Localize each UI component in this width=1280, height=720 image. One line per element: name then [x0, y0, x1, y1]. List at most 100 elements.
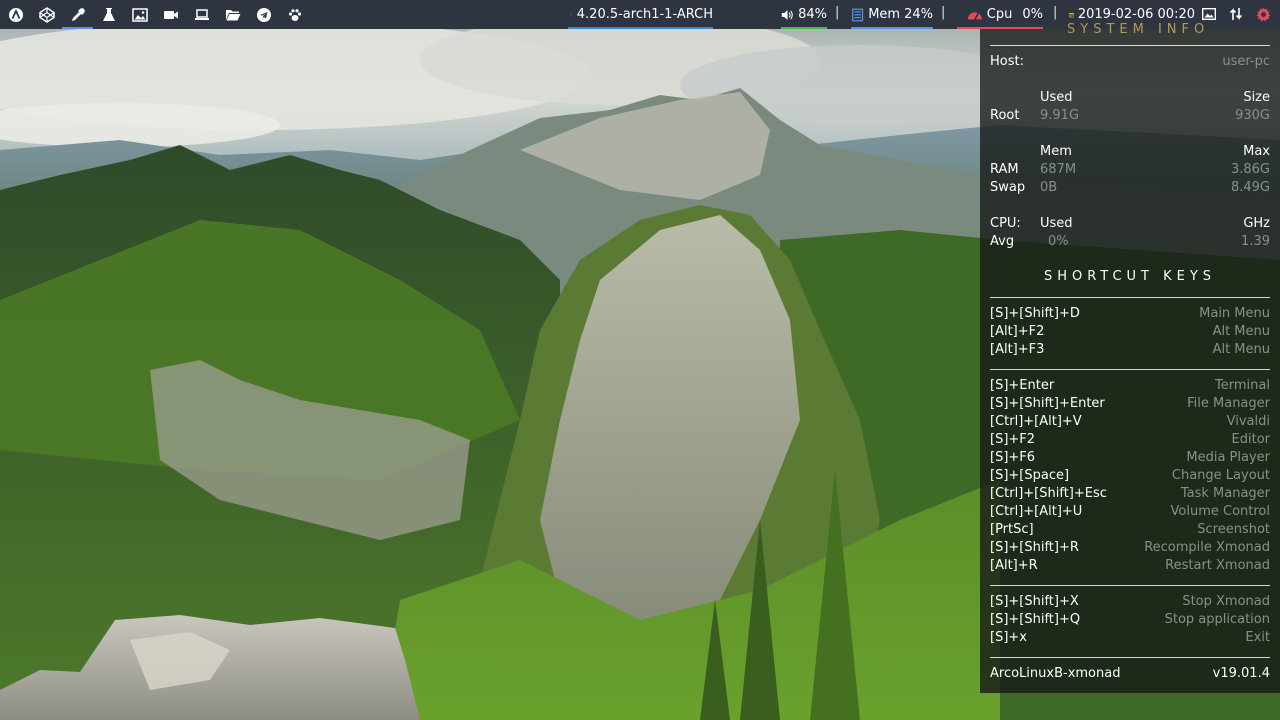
- shortcut-row: [PrtSc] Screenshot: [990, 521, 1270, 539]
- divider: [990, 297, 1270, 298]
- shortcut-row: [Alt]+R Restart Xmonad: [990, 557, 1270, 575]
- tray-network-button[interactable]: [1228, 6, 1244, 22]
- cpu-used-header: Used: [1040, 216, 1073, 231]
- paw-icon: [288, 8, 301, 21]
- root-used: 9.91G: [1040, 108, 1080, 123]
- shortcut-action: Editor: [1231, 432, 1270, 447]
- cpu-avg-ghz: 1.39: [1241, 234, 1270, 249]
- codepen-launcher[interactable]: [31, 0, 62, 29]
- shortcut-action: Task Manager: [1180, 486, 1270, 501]
- shortcut-row: [Ctrl]+[Shift]+Esc Task Manager: [990, 485, 1270, 503]
- shortcut-row: [S]+[Space] Change Layout: [990, 467, 1270, 485]
- paw-launcher[interactable]: [279, 0, 310, 29]
- shortcut-action: Media Player: [1186, 450, 1270, 465]
- shortcut-action: Screenshot: [1197, 522, 1270, 537]
- cpu-ghz-header: GHz: [1243, 216, 1270, 231]
- shortcut-keys: [S]+[Shift]+D: [990, 306, 1080, 321]
- swap-row: Swap 0B 8.49G: [990, 179, 1270, 197]
- shortcut-keys: [S]+F2: [990, 432, 1036, 447]
- swap-used: 0B: [1040, 180, 1058, 195]
- distro-name: ArcoLinuxB-xmonad: [990, 666, 1121, 681]
- cpu-avg-row: Avg 0% 1.39: [990, 233, 1270, 251]
- tray-screenshot-button[interactable]: [1201, 6, 1217, 22]
- shortcut-action: File Manager: [1187, 396, 1270, 411]
- disk-header-row: Used Size: [990, 89, 1270, 107]
- folder-open-icon: [225, 9, 240, 20]
- host-value: user-pc: [1222, 54, 1270, 69]
- eyedropper-icon: [71, 7, 85, 21]
- file-manager-launcher[interactable]: [217, 0, 248, 29]
- arcolinux-menu-launcher[interactable]: [0, 0, 31, 29]
- shortcut-keys-title: SHORTCUT KEYS: [1043, 269, 1217, 284]
- root-label: Root: [990, 108, 1020, 123]
- shortcut-action: Stop Xmonad: [1182, 594, 1270, 609]
- telegram-launcher[interactable]: [248, 0, 279, 29]
- memory-widget[interactable]: Mem 24%: [851, 0, 933, 29]
- laptop-launcher[interactable]: [186, 0, 217, 29]
- arcolinux-menu-icon: [8, 7, 23, 22]
- cpu-header-row: CPU: Used GHz: [990, 215, 1270, 233]
- ram-row: RAM 687M 3.86G: [990, 161, 1270, 179]
- footer-row: ArcoLinuxB-xmonad v19.01.4: [990, 665, 1270, 683]
- launcher-bar: [0, 0, 310, 29]
- shortcut-action: Recompile Xmonad: [1144, 540, 1270, 555]
- cpu-label: CPU:: [990, 216, 1021, 231]
- eyedropper-launcher[interactable]: [62, 0, 93, 29]
- bank-icon: [570, 13, 572, 16]
- shortcut-row: [S]+[Shift]+D Main Menu: [990, 305, 1270, 323]
- volume-icon: [781, 9, 793, 20]
- shortcut-row: [Alt]+F3 Alt Menu: [990, 341, 1270, 359]
- divider: [990, 369, 1270, 370]
- shortcut-action: Alt Menu: [1212, 324, 1270, 339]
- image-icon: [131, 7, 148, 22]
- tray-settings-button[interactable]: [1255, 6, 1271, 22]
- shortcut-keys: [Alt]+R: [990, 558, 1038, 573]
- memory-value: 24%: [904, 7, 933, 22]
- cpu-avg-label: Avg: [990, 234, 1015, 249]
- flask-icon: [102, 7, 115, 21]
- shortcut-action: Stop application: [1164, 612, 1270, 627]
- image-viewer-launcher[interactable]: [124, 0, 155, 29]
- mem-header: Mem: [1040, 144, 1072, 159]
- ram-used: 687M: [1040, 162, 1077, 177]
- flask-launcher[interactable]: [93, 0, 124, 29]
- shortcut-action: Alt Menu: [1212, 342, 1270, 357]
- shortcut-row: [S]+[Shift]+X Stop Xmonad: [990, 593, 1270, 611]
- screenshot-tray-icon: [1202, 8, 1216, 20]
- cpu-widget[interactable]: Cpu 0%: [957, 0, 1043, 29]
- shortcut-keys: [S]+[Shift]+R: [990, 540, 1079, 555]
- shortcut-keys: [Alt]+F2: [990, 324, 1045, 339]
- shortcut-action: Volume Control: [1170, 504, 1270, 519]
- shortcut-row: [S]+[Shift]+Enter File Manager: [990, 395, 1270, 413]
- volume-widget[interactable]: 84%: [781, 0, 827, 29]
- shortcut-keys: [Ctrl]+[Alt]+U: [990, 504, 1083, 519]
- network-arrows-icon: [1229, 8, 1243, 20]
- shortcut-row: [S]+F2 Editor: [990, 431, 1270, 449]
- active-window-title[interactable]: 4.20.5-arch1-1-ARCH: [568, 0, 713, 29]
- shortcut-action: Change Layout: [1171, 468, 1270, 483]
- panel-separator: |: [941, 5, 946, 20]
- root-size: 930G: [1235, 108, 1270, 123]
- ram-max: 3.86G: [1230, 162, 1270, 177]
- shortcut-keys: [PrtSc]: [990, 522, 1034, 537]
- shortcut-action: Exit: [1245, 630, 1270, 645]
- shortcut-row: [Alt]+F2 Alt Menu: [990, 323, 1270, 341]
- shortcut-row: [S]+F6 Media Player: [990, 449, 1270, 467]
- divider: [990, 657, 1270, 658]
- shortcut-row: [S]+[Shift]+R Recompile Xmonad: [990, 539, 1270, 557]
- shortcut-row: [Ctrl]+[Alt]+U Volume Control: [990, 503, 1270, 521]
- shortcut-keys: [S]+[Space]: [990, 468, 1070, 483]
- divider: [990, 585, 1270, 586]
- shortcut-keys: [S]+[Shift]+X: [990, 594, 1079, 609]
- divider: [990, 45, 1270, 46]
- shortcut-keys: [S]+[Shift]+Enter: [990, 396, 1105, 411]
- video-launcher[interactable]: [155, 0, 186, 29]
- panel-separator: |: [835, 5, 840, 20]
- shortcut-keys: [S]+[Shift]+Q: [990, 612, 1081, 627]
- ram-label: RAM: [990, 162, 1019, 177]
- shortcut-action: Vivaldi: [1226, 414, 1270, 429]
- volume-value: 84%: [798, 7, 827, 22]
- swap-max: 8.49G: [1230, 180, 1270, 195]
- shortcut-action: Main Menu: [1199, 306, 1270, 321]
- shortcut-keys: [Ctrl]+[Shift]+Esc: [990, 486, 1107, 501]
